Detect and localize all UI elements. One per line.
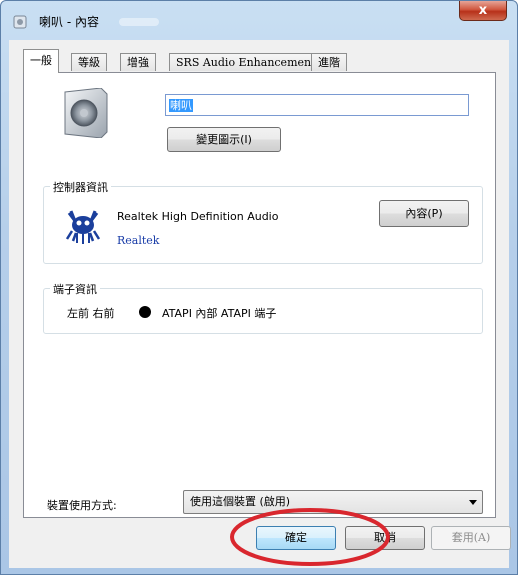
controller-group-label: 控制器資訊: [50, 179, 111, 195]
device-usage-label: 裝置使用方式:: [47, 499, 117, 512]
device-name-input[interactable]: 喇叭: [165, 94, 469, 116]
tab-label: 一般: [30, 54, 52, 67]
device-name-value: 喇叭: [169, 99, 193, 112]
controller-name: Realtek High Definition Audio: [117, 210, 279, 223]
realtek-crab-icon: [65, 210, 101, 244]
dialog-window: 喇叭 - 內容 x 一般 等級 增強 SRS Audio Enhancement…: [0, 0, 518, 575]
client-area: 一般 等級 增強 SRS Audio Enhancement 進階 喇叭 變更圖…: [9, 40, 509, 568]
tab-levels[interactable]: 等級: [71, 53, 107, 71]
change-icon-button[interactable]: 變更圖示(I): [167, 127, 281, 152]
ok-button[interactable]: 確定: [256, 526, 336, 550]
properties-button[interactable]: 內容(P): [379, 200, 469, 227]
speaker-small-icon: [13, 15, 27, 29]
tab-advanced[interactable]: 進階: [311, 53, 347, 71]
cancel-button[interactable]: 取消: [345, 526, 425, 550]
port-name: ATAPI 內部 ATAPI 端子: [162, 307, 277, 320]
speaker-icon: [64, 88, 108, 138]
device-usage-dropdown[interactable]: 使用這個裝置 (啟用): [183, 490, 483, 514]
tab-label: SRS Audio Enhancement: [176, 56, 316, 69]
tab-srs-audio[interactable]: SRS Audio Enhancement: [169, 53, 323, 71]
tab-label: 增強: [127, 56, 149, 69]
apply-button[interactable]: 套用(A): [431, 526, 511, 550]
tab-general[interactable]: 一般: [23, 49, 59, 73]
close-button[interactable]: x: [459, 1, 507, 21]
controller-vendor: Realtek: [117, 234, 160, 247]
window-title: 喇叭 - 內容: [39, 15, 99, 29]
port-group-label: 端子資訊: [50, 281, 100, 297]
close-icon: x: [478, 3, 488, 18]
tab-label: 等級: [78, 56, 100, 69]
device-usage-selected: 使用這個裝置 (啟用): [190, 495, 291, 508]
port-position: 左前 右前: [67, 307, 115, 320]
title-bar[interactable]: 喇叭 - 內容 x: [1, 1, 517, 39]
chevron-down-icon: [469, 500, 477, 505]
title-blur: [119, 18, 159, 26]
jack-color-dot: [139, 306, 151, 318]
tab-enhancements[interactable]: 增強: [120, 53, 156, 71]
tab-label: 進階: [318, 56, 340, 69]
